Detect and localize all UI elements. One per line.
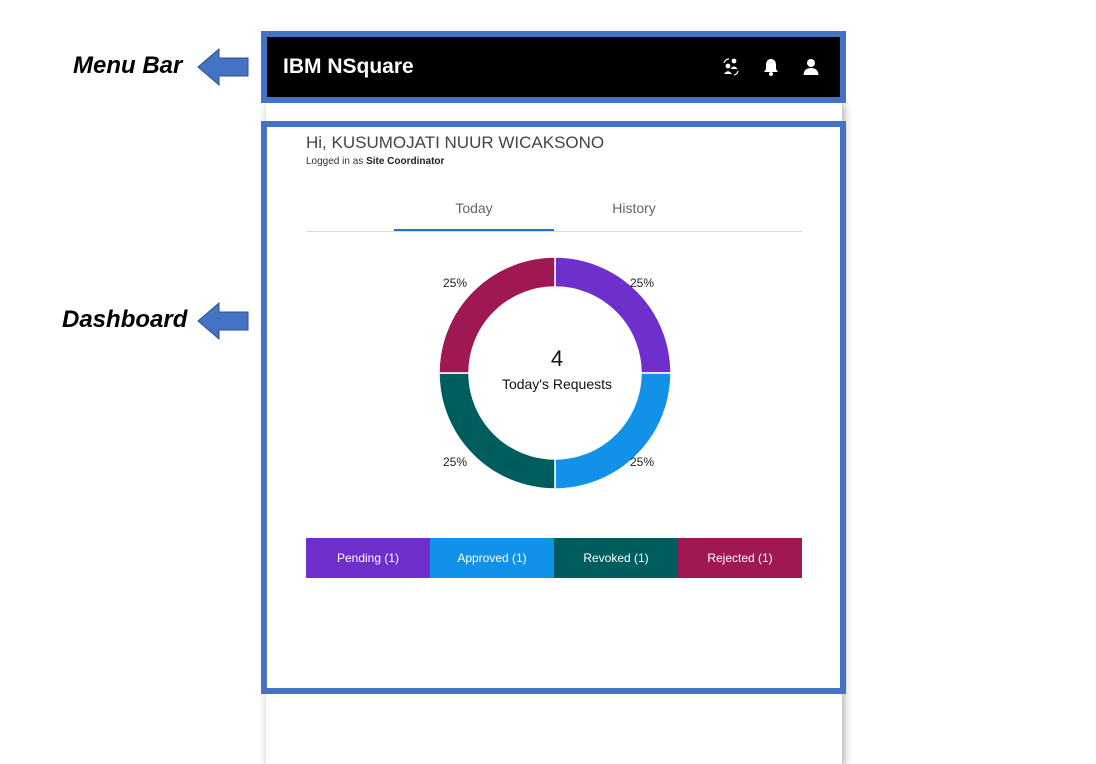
arrow-left-icon (197, 48, 249, 86)
slice-label-rejected: 25% (443, 276, 468, 290)
tab-bar: Today History (306, 194, 802, 232)
logged-in-prefix: Logged in as (306, 156, 364, 167)
tab-today[interactable]: Today (394, 194, 554, 231)
legend-revoked-button[interactable]: Revoked (1) (554, 538, 678, 578)
user-role: Site Coordinator (366, 156, 445, 167)
legend-rejected-button[interactable]: Rejected (1) (678, 538, 802, 578)
arrow-left-icon (197, 302, 249, 340)
menu-bar: IBM NSquare (269, 39, 838, 95)
brand-title[interactable]: IBM NSquare (283, 55, 702, 79)
status-legend: Pending (1) Approved (1) Revoked (1) Rej… (306, 538, 802, 578)
people-swap-icon[interactable] (720, 56, 742, 78)
dashboard-highlight: Hi, KUSUMOJATI NUUR WICAKSONO Logged in … (261, 121, 846, 694)
donut-chart: 25% 25% 25% 25% 4 Today's Requests (397, 245, 717, 505)
logged-in-as: Logged in as Site Coordinator (306, 156, 444, 167)
annotation-menu-bar: Menu Bar (73, 52, 183, 79)
legend-approved-button[interactable]: Approved (1) (430, 538, 554, 578)
annotation-dashboard: Dashboard (62, 306, 188, 333)
legend-pending-button[interactable]: Pending (1) (306, 538, 430, 578)
greeting-text: Hi, KUSUMOJATI NUUR WICAKSONO (306, 133, 605, 152)
slice-label-approved: 25% (630, 455, 655, 469)
requests-label: Today's Requests (501, 376, 613, 392)
user-icon[interactable] (800, 56, 822, 78)
bell-icon[interactable] (760, 56, 782, 78)
menu-bar-highlight: IBM NSquare (261, 31, 846, 103)
page: Menu Bar Dashboard IBM NSquare Hi, KUSUM… (0, 0, 1096, 764)
slice-label-pending: 25% (630, 276, 655, 290)
requests-count: 4 (550, 346, 564, 371)
slice-label-revoked: 25% (443, 455, 468, 469)
tab-history[interactable]: History (554, 194, 714, 231)
